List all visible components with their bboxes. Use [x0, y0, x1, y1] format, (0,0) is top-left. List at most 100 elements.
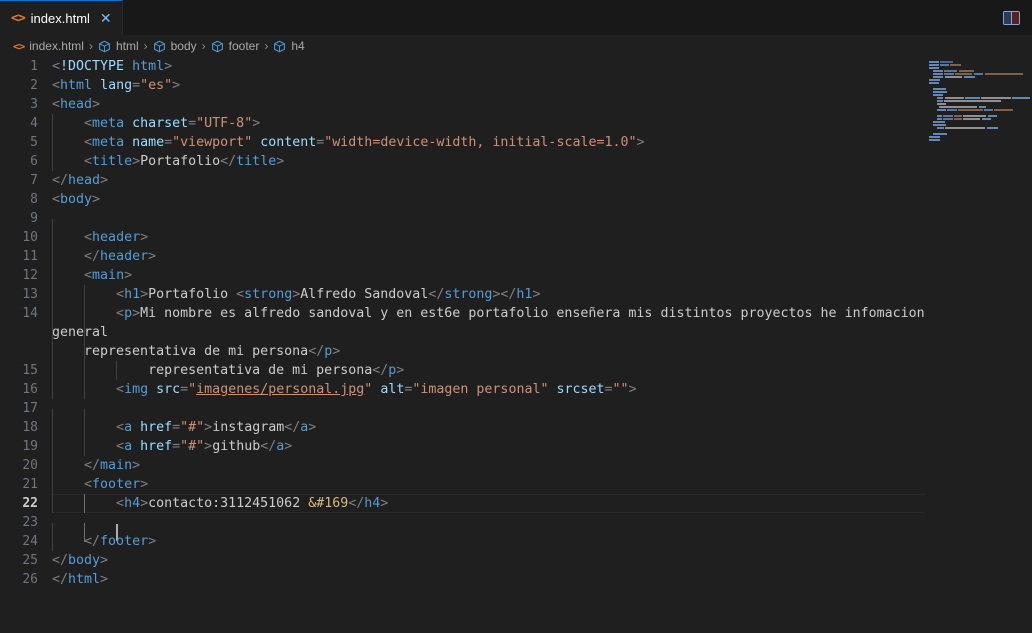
code-line-content[interactable]: <main>	[52, 266, 925, 285]
code-token: >	[380, 496, 389, 511]
code-line-content[interactable]: <p>Mi nombre es alfredo sandoval y en es…	[52, 304, 925, 323]
code-line[interactable]: 19 <a href="#">github</a>	[0, 437, 925, 456]
close-icon[interactable]: ✕	[100, 11, 112, 25]
code-line[interactable]: 21 <footer>	[0, 475, 925, 494]
code-line[interactable]: 18 <a href="#">instagram</a>	[0, 418, 925, 437]
code-line-content[interactable]: general	[52, 323, 925, 342]
minimap-token	[943, 115, 953, 117]
code-line[interactable]: 25 </body>	[0, 551, 925, 570]
code-line[interactable]: 7 </head>	[0, 171, 925, 190]
minimap-token	[937, 100, 943, 102]
code-line[interactable]: 17	[0, 399, 925, 428]
breadcrumb-item-footer[interactable]: footer	[211, 40, 259, 53]
code-line-content[interactable]: representativa de mi persona</p>	[52, 361, 925, 380]
code-token: "	[188, 382, 197, 397]
line-number: 25	[22, 553, 38, 568]
line-number: 9	[30, 211, 38, 226]
code-line-wrapped[interactable]: general	[0, 323, 925, 342]
code-editor[interactable]: 1 <!DOCTYPE html> 2 <html lang="es"> 3 <head>…	[0, 57, 1032, 633]
code-token: >	[132, 458, 141, 473]
code-line[interactable]: 22 <h4>contacto:3112451062 &#169</h4>	[0, 494, 925, 513]
breadcrumb-item-h4[interactable]: h4	[273, 40, 305, 53]
line-number: 22	[22, 496, 38, 511]
symbol-field-icon	[153, 40, 166, 53]
code-token: </	[84, 249, 101, 264]
code-token: <	[116, 382, 125, 397]
code-line-content[interactable]: </html>	[52, 570, 925, 589]
code-line[interactable]: 5 <meta name="viewport" content="width=d…	[0, 133, 925, 152]
code-line-content[interactable]: <head>	[52, 95, 925, 114]
code-line-content[interactable]: <a href="#">instagram</a>	[52, 418, 925, 437]
minimap-token	[933, 121, 946, 123]
code-token: </	[500, 287, 517, 302]
code-line[interactable]: 10 <header>	[0, 228, 925, 247]
code-line-content[interactable]: <footer>	[52, 475, 925, 494]
code-line-content[interactable]: </head>	[52, 171, 925, 190]
code-line-content[interactable]: <body>	[52, 190, 925, 209]
code-token: <	[84, 477, 93, 492]
code-line-content[interactable]: <h4>contacto:3112451062 &#169</h4>	[52, 494, 925, 513]
code-line[interactable]: 15 representativa de mi persona</p>	[0, 361, 925, 380]
code-line-content[interactable]: </header>	[52, 247, 925, 266]
breadcrumb-item-index-html[interactable]: <> index.html	[13, 40, 84, 52]
code-line[interactable]: 24 </footer>	[0, 532, 925, 551]
minimap-token	[955, 73, 973, 75]
minimap-token	[929, 136, 941, 138]
code-line-content[interactable]: </footer>	[52, 532, 925, 551]
breadcrumb-item-html[interactable]: html	[98, 40, 139, 53]
code-line[interactable]: 4 <meta charset="UTF-8">	[0, 114, 925, 133]
code-line[interactable]: 8 <body>	[0, 190, 925, 209]
line-number: 8	[30, 192, 38, 207]
minimap-token	[973, 73, 984, 75]
code-line[interactable]: 23	[0, 513, 925, 542]
code-line[interactable]: 11 </header>	[0, 247, 925, 266]
minimap-token	[954, 115, 962, 117]
code-line[interactable]: 2 <html lang="es">	[0, 76, 925, 95]
code-line-content[interactable]: </main>	[52, 456, 925, 475]
minimap-token	[933, 88, 947, 90]
code-line[interactable]: 6 <title>Portafolio</title>	[0, 152, 925, 171]
code-line[interactable]: 12 <main>	[0, 266, 925, 285]
minimap-token	[984, 109, 993, 111]
code-line-content[interactable]: <meta charset="UTF-8">	[52, 114, 925, 133]
code-line[interactable]: 13 <h1>Portafolio <strong>Alfredo Sandov…	[0, 285, 925, 304]
code-line-content[interactable]: <html lang="es">	[52, 76, 925, 95]
tab-index-html[interactable]: <> index.html ✕	[0, 0, 123, 35]
code-token: >	[92, 97, 101, 112]
minimap-token	[963, 115, 987, 117]
code-line-content[interactable]: </body>	[52, 551, 925, 570]
code-lines-container[interactable]: 1 <!DOCTYPE html> 2 <html lang="es"> 3 <head>…	[0, 57, 925, 633]
code-line-content[interactable]: <h1>Portafolio <strong>Alfredo Sandoval<…	[52, 285, 925, 304]
code-token: <	[116, 287, 125, 302]
code-line-content[interactable]: representativa de mi persona</p>	[52, 342, 925, 361]
minimap-line	[925, 139, 1032, 142]
code-line-content[interactable]: <meta name="viewport" content="width=dev…	[52, 133, 925, 152]
code-token: >	[100, 572, 109, 587]
toggle-panel-icon[interactable]	[1003, 10, 1020, 25]
code-line-content[interactable]: <!DOCTYPE html>	[52, 57, 925, 76]
code-line[interactable]: 26 </html>	[0, 570, 925, 589]
line-number: 3	[30, 97, 38, 112]
code-token: >	[140, 230, 149, 245]
code-line[interactable]: 9	[0, 209, 925, 238]
minimap-token	[963, 118, 981, 120]
code-line-content[interactable]: <title>Portafolio</title>	[52, 152, 925, 171]
code-line[interactable]: 20 </main>	[0, 456, 925, 475]
code-minimap[interactable]	[925, 57, 1032, 633]
minimap-token	[945, 127, 986, 129]
code-line-content[interactable]: <a href="#">github</a>	[52, 437, 925, 456]
breadcrumb-item-body[interactable]: body	[153, 40, 197, 53]
code-line-content[interactable]: <img src="imagenes/personal.jpg" alt="im…	[52, 380, 925, 399]
code-line[interactable]: 14 <p>Mi nombre es alfredo sandoval y en…	[0, 304, 925, 323]
code-line-content[interactable]: <header>	[52, 228, 925, 247]
code-line[interactable]: 16 <img src="imagenes/personal.jpg" alt=…	[0, 380, 925, 399]
code-line-wrapped[interactable]: representativa de mi persona</p>	[0, 342, 925, 361]
code-line[interactable]: 3 <head>	[0, 95, 925, 114]
code-token: =	[180, 382, 189, 397]
code-line[interactable]: 1 <!DOCTYPE html>	[0, 57, 925, 76]
